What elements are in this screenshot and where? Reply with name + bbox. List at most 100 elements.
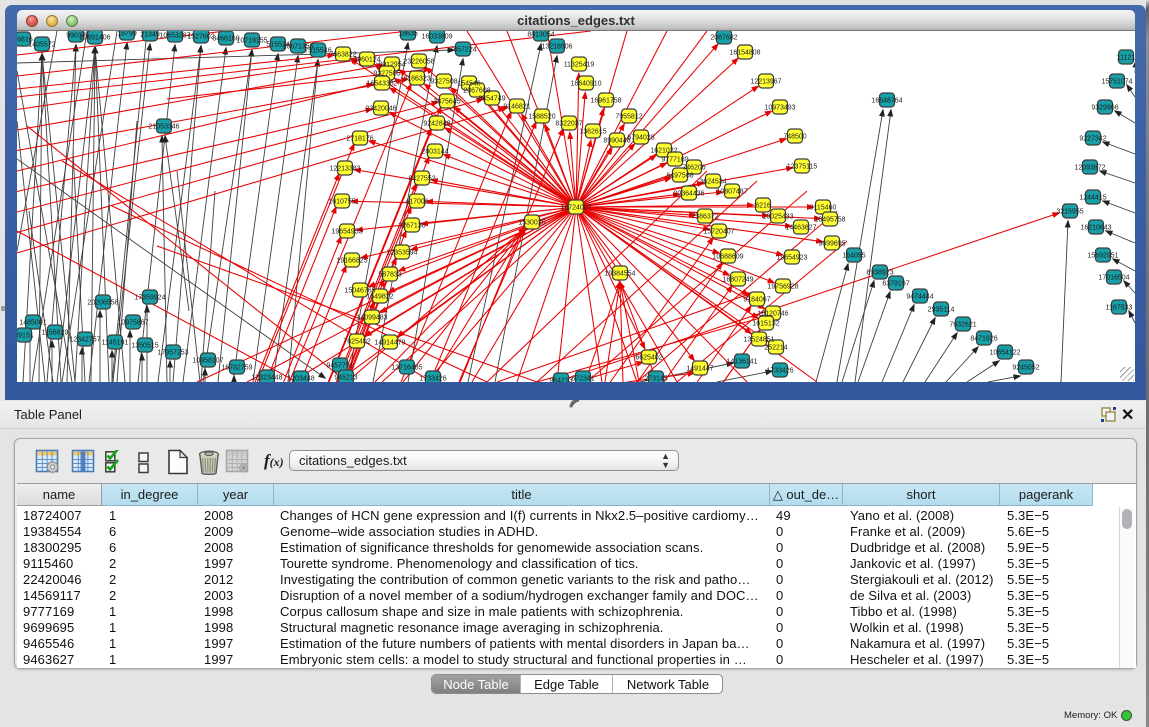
svg-text:19654923: 19654923 <box>776 255 807 262</box>
svg-text:20691406: 20691406 <box>79 35 110 42</box>
svg-text:18807249: 18807249 <box>722 277 753 284</box>
svg-text:8186323: 8186323 <box>403 76 430 83</box>
svg-text:1549822: 1549822 <box>366 294 393 301</box>
svg-text:1733426: 1733426 <box>419 376 446 383</box>
svg-text:10025433: 10025433 <box>762 214 793 221</box>
svg-text:23420046: 23420046 <box>365 106 396 113</box>
svg-text:1527602: 1527602 <box>187 34 214 41</box>
svg-text:6625402: 6625402 <box>635 355 662 362</box>
svg-text:9327505: 9327505 <box>373 71 400 78</box>
svg-text:17016504: 17016504 <box>1098 275 1129 282</box>
svg-text:9327508: 9327508 <box>430 79 457 86</box>
svg-text:1733426: 1733426 <box>766 368 793 375</box>
svg-text:16782759: 16782759 <box>221 365 252 372</box>
svg-text:20206558: 20206558 <box>87 300 118 307</box>
svg-text:746206: 746206 <box>682 165 705 172</box>
svg-text:12093872: 12093872 <box>1074 165 1105 172</box>
svg-text:8471626: 8471626 <box>970 336 997 343</box>
svg-text:14099483: 14099483 <box>356 315 387 322</box>
svg-text:154546: 154546 <box>457 81 480 88</box>
svg-text:6497568: 6497568 <box>666 173 693 180</box>
svg-text:8813054: 8813054 <box>527 32 554 39</box>
svg-text:9227342: 9227342 <box>1079 136 1106 143</box>
svg-text:273145: 273145 <box>644 376 667 383</box>
svg-text:1610755: 1610755 <box>328 199 355 206</box>
svg-text:8427552: 8427552 <box>408 176 435 183</box>
svg-text:9457791: 9457791 <box>326 363 353 370</box>
svg-text:2367608: 2367608 <box>463 88 490 95</box>
svg-text:1405572: 1405572 <box>28 42 55 49</box>
svg-text:12353594: 12353594 <box>386 250 417 257</box>
svg-text:10807487: 10807487 <box>716 189 747 196</box>
svg-text:12342757: 12342757 <box>69 337 100 344</box>
svg-text:21053346: 21053346 <box>148 124 179 131</box>
svg-text:13218506: 13218506 <box>541 44 572 51</box>
svg-text:8454749: 8454749 <box>478 96 505 103</box>
svg-text:14914479: 14914479 <box>374 340 405 347</box>
svg-text:9242848: 9242848 <box>423 121 450 128</box>
svg-text:16033809: 16033809 <box>421 34 452 41</box>
svg-text:10653287: 10653287 <box>159 33 190 40</box>
svg-text:7632621: 7632621 <box>949 322 976 329</box>
svg-text:6379197: 6379197 <box>882 281 909 288</box>
svg-text:9777169: 9777169 <box>661 157 688 164</box>
svg-text:252214: 252214 <box>764 345 787 352</box>
svg-text:2087682: 2087682 <box>710 35 737 42</box>
svg-text:10654122: 10654122 <box>989 350 1020 357</box>
svg-text:16210643: 16210643 <box>1080 225 1111 232</box>
svg-text:2935114: 2935114 <box>928 307 955 314</box>
svg-text:14463627: 14463627 <box>785 225 816 232</box>
svg-text:417006: 417006 <box>405 199 428 206</box>
svg-text:8322037: 8322037 <box>555 121 582 128</box>
svg-text:19756928: 19756928 <box>767 284 798 291</box>
svg-text:1530025: 1530025 <box>518 220 545 227</box>
svg-text:587833: 587833 <box>378 272 401 279</box>
svg-text:3960124: 3960124 <box>353 57 380 64</box>
svg-text:18635: 18635 <box>398 31 418 38</box>
svg-text:18640910: 18640910 <box>570 81 601 88</box>
svg-text:10688609: 10688609 <box>712 254 743 261</box>
svg-text:19384554: 19384554 <box>604 271 635 278</box>
svg-text:1491447: 1491447 <box>686 366 713 373</box>
svg-text:7955812: 7955812 <box>615 114 642 121</box>
svg-text:19654953: 19654953 <box>331 229 362 236</box>
svg-text:1350515: 1350515 <box>131 343 158 350</box>
svg-text:16543362: 16543362 <box>366 81 397 88</box>
svg-text:9474444: 9474444 <box>906 294 933 301</box>
svg-text:17359924: 17359924 <box>134 295 165 302</box>
svg-text:14136141: 14136141 <box>726 359 757 366</box>
svg-text:9184067: 9184067 <box>743 297 770 304</box>
svg-text:9146821: 9146821 <box>503 104 530 111</box>
svg-text:7386372: 7386372 <box>691 214 718 221</box>
svg-text:15751074: 15751074 <box>1101 79 1132 86</box>
svg-text:8912954: 8912954 <box>378 62 405 69</box>
svg-text:13524851: 13524851 <box>743 337 774 344</box>
svg-text:17957253: 17957253 <box>157 350 188 357</box>
svg-text:12213383: 12213383 <box>329 166 360 173</box>
svg-text:6216: 6216 <box>755 203 771 210</box>
svg-text:2803144: 2803144 <box>421 149 448 156</box>
svg-text:3215955: 3215955 <box>1056 209 1083 216</box>
svg-text:23226058: 23226058 <box>403 59 434 66</box>
svg-text:18495758: 18495758 <box>814 217 845 224</box>
svg-text:13716485: 13716485 <box>391 365 422 372</box>
svg-text:16648764: 16648764 <box>871 98 902 105</box>
svg-text:16154808: 16154808 <box>729 50 760 57</box>
svg-text:1362615: 1362615 <box>579 129 606 136</box>
svg-text:10973493: 10973493 <box>764 105 795 112</box>
svg-text:9115460: 9115460 <box>810 205 837 212</box>
svg-text:12375115: 12375115 <box>787 164 818 171</box>
svg-text:8938923: 8938923 <box>866 270 893 277</box>
svg-text:10958107: 10958107 <box>192 358 223 365</box>
svg-text:12213967: 12213967 <box>750 79 781 86</box>
svg-text:39151: 39151 <box>17 333 34 340</box>
svg-text:11325419: 11325419 <box>564 62 595 69</box>
svg-text:3267130: 3267130 <box>398 223 425 230</box>
svg-text:1244415: 1244415 <box>1079 195 1106 202</box>
svg-text:3875645: 3875645 <box>433 99 460 106</box>
svg-text:10719155: 10719155 <box>236 38 267 45</box>
svg-text:1621022: 1621022 <box>650 148 677 155</box>
svg-text:1485001: 1485001 <box>19 320 46 327</box>
svg-text:21349: 21349 <box>140 32 160 39</box>
svg-text:12323448: 12323448 <box>251 375 282 382</box>
